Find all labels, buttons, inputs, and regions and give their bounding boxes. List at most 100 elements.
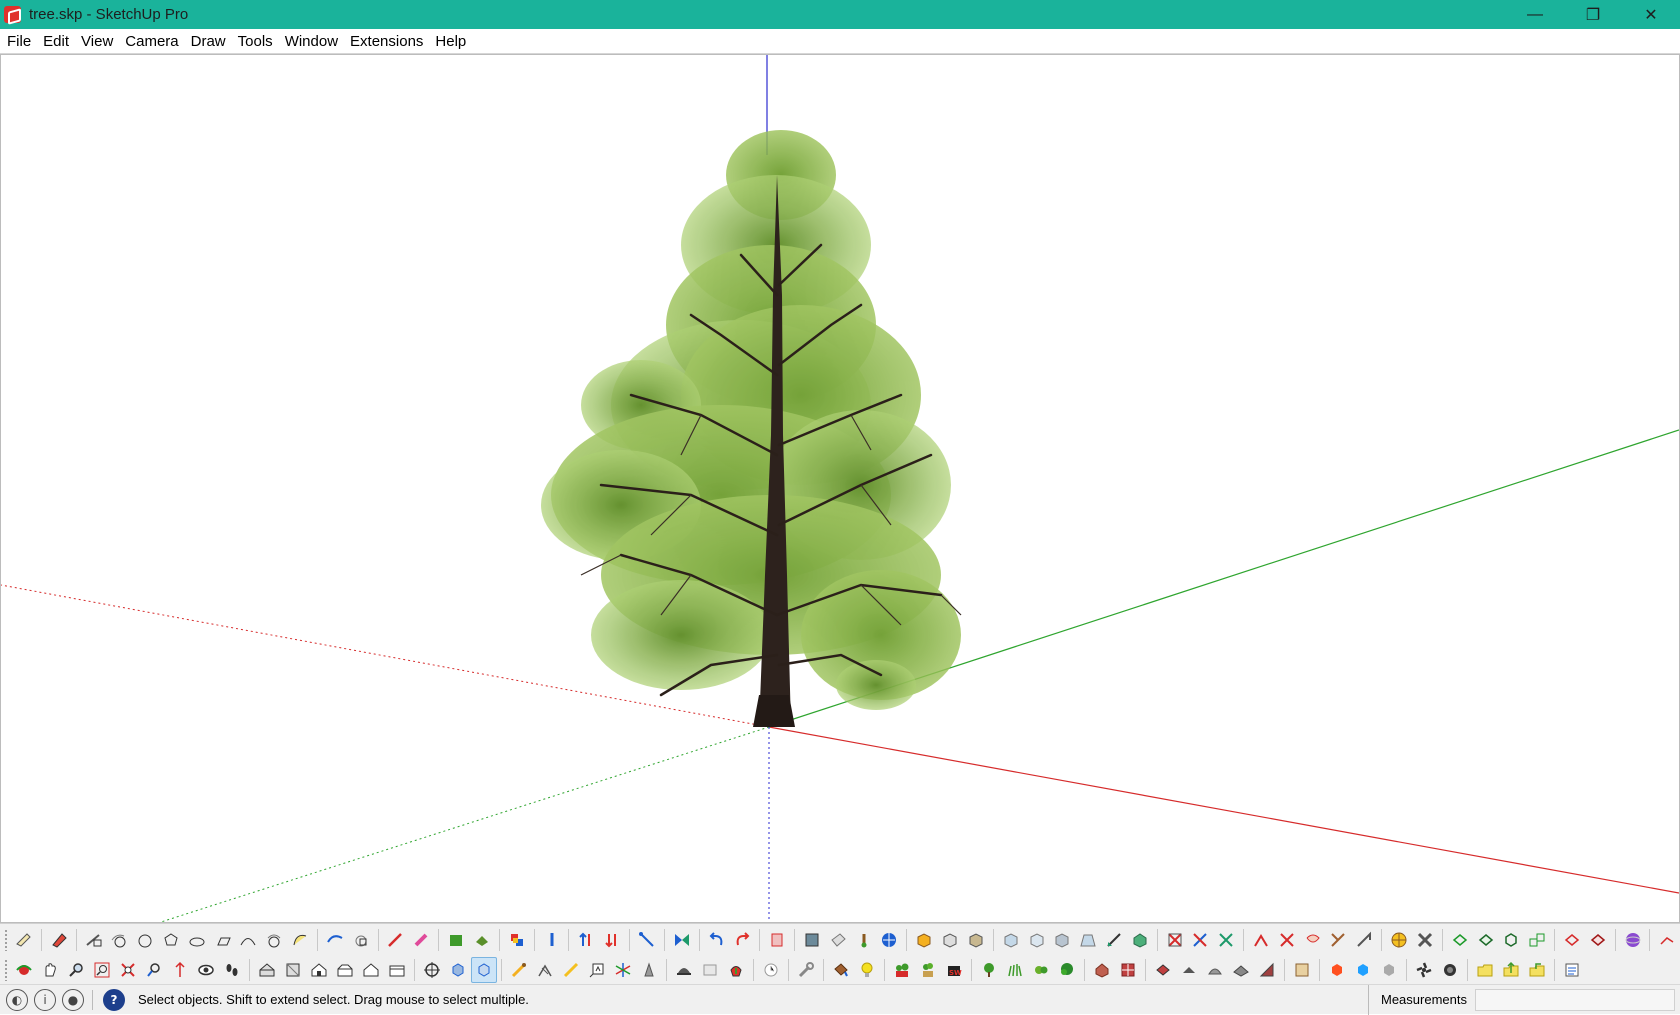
union-icon[interactable] bbox=[1213, 927, 1239, 953]
minimize-button[interactable]: — bbox=[1506, 0, 1564, 29]
red-diamond-icon[interactable] bbox=[1559, 927, 1585, 953]
iso-view-icon[interactable] bbox=[254, 957, 280, 983]
paper-icon[interactable] bbox=[697, 957, 723, 983]
ramp-icon[interactable] bbox=[1254, 957, 1280, 983]
tools-icon[interactable] bbox=[1412, 927, 1438, 953]
redo-icon[interactable] bbox=[729, 927, 755, 953]
style-shaded-icon[interactable] bbox=[1101, 927, 1127, 953]
scale-icon[interactable] bbox=[634, 927, 660, 953]
menu-edit[interactable]: Edit bbox=[37, 29, 75, 54]
circle-icon[interactable] bbox=[132, 927, 158, 953]
solid-tools-icon[interactable] bbox=[963, 927, 989, 953]
add-detail-icon[interactable] bbox=[1351, 927, 1377, 953]
push-pull-icon[interactable] bbox=[408, 927, 434, 953]
zoom-window-icon[interactable] bbox=[89, 957, 115, 983]
red-diamond-fill-icon[interactable] bbox=[1585, 927, 1611, 953]
line-icon[interactable] bbox=[81, 927, 107, 953]
3d-text-icon[interactable] bbox=[636, 957, 662, 983]
back-edges-icon[interactable] bbox=[445, 957, 471, 983]
follow-me-icon[interactable] bbox=[348, 927, 374, 953]
cube-red-icon[interactable] bbox=[1324, 957, 1350, 983]
credits-info-icon[interactable]: i bbox=[34, 988, 56, 1011]
menu-help[interactable]: Help bbox=[429, 29, 472, 54]
extension-warehouse-icon[interactable] bbox=[851, 927, 877, 953]
polygon-icon[interactable] bbox=[158, 927, 184, 953]
eraser-icon[interactable] bbox=[46, 927, 72, 953]
flip-edge-icon[interactable] bbox=[1326, 927, 1352, 953]
split-icon[interactable] bbox=[1300, 927, 1326, 953]
wrench-icon[interactable] bbox=[793, 957, 819, 983]
ellipse-icon[interactable] bbox=[184, 927, 210, 953]
menu-window[interactable]: Window bbox=[279, 29, 344, 54]
look-around-icon[interactable] bbox=[193, 957, 219, 983]
lightbulb-icon[interactable] bbox=[854, 957, 880, 983]
menu-tools[interactable]: Tools bbox=[232, 29, 279, 54]
tree-icon[interactable] bbox=[976, 957, 1002, 983]
lens-icon[interactable] bbox=[1437, 957, 1463, 983]
flip-up-icon[interactable] bbox=[573, 927, 599, 953]
panel-icon[interactable] bbox=[1559, 957, 1585, 983]
freehand-icon[interactable] bbox=[106, 927, 132, 953]
select-icon[interactable] bbox=[11, 927, 37, 953]
stamp-icon[interactable] bbox=[1176, 957, 1202, 983]
user-account-icon[interactable]: ● bbox=[62, 988, 84, 1011]
warehouse-icon[interactable] bbox=[799, 927, 825, 953]
fan-icon[interactable] bbox=[1411, 957, 1437, 983]
cube-gray-icon[interactable] bbox=[1376, 957, 1402, 983]
linked-shapes-icon[interactable] bbox=[1524, 927, 1550, 953]
geo-location-status-icon[interactable]: ◐ bbox=[6, 988, 28, 1011]
front-view-icon[interactable] bbox=[306, 957, 332, 983]
section-plane-icon[interactable] bbox=[669, 927, 695, 953]
plants-pot-icon[interactable] bbox=[915, 957, 941, 983]
cube-blue-icon[interactable] bbox=[1350, 957, 1376, 983]
grass-icon[interactable] bbox=[1002, 957, 1028, 983]
sandbox-icon[interactable] bbox=[443, 927, 469, 953]
group-icon[interactable] bbox=[911, 927, 937, 953]
plants-icon[interactable] bbox=[889, 957, 915, 983]
walk-icon[interactable] bbox=[219, 957, 245, 983]
cube-outline-icon[interactable] bbox=[1498, 927, 1524, 953]
shrub-icon[interactable] bbox=[1028, 957, 1054, 983]
style-xray-icon[interactable] bbox=[998, 927, 1024, 953]
tape-measure-icon[interactable] bbox=[539, 927, 565, 953]
timer-icon[interactable] bbox=[758, 957, 784, 983]
style-wireframe-icon[interactable] bbox=[1049, 927, 1075, 953]
menu-file[interactable]: File bbox=[1, 29, 37, 54]
menu-view[interactable]: View bbox=[75, 29, 119, 54]
3pt-arc-icon[interactable] bbox=[287, 927, 313, 953]
arc-icon[interactable] bbox=[235, 927, 261, 953]
style-backedges-icon[interactable] bbox=[1024, 927, 1050, 953]
outer-shell-icon[interactable] bbox=[1162, 927, 1188, 953]
bush-icon[interactable] bbox=[1054, 957, 1080, 983]
path-tool-icon[interactable] bbox=[1654, 927, 1680, 953]
diamond-fill-icon[interactable] bbox=[1473, 927, 1499, 953]
pan-icon[interactable] bbox=[37, 957, 63, 983]
orbit-icon[interactable] bbox=[11, 957, 37, 983]
left-view-icon[interactable] bbox=[384, 957, 410, 983]
paint-icon[interactable] bbox=[723, 957, 749, 983]
style-hidden-icon[interactable] bbox=[1075, 927, 1101, 953]
axes-icon[interactable] bbox=[610, 957, 636, 983]
contours-icon[interactable] bbox=[1202, 957, 1228, 983]
subtract-icon[interactable] bbox=[1248, 927, 1274, 953]
wireframe-icon[interactable] bbox=[471, 957, 497, 983]
zoom-extents-icon[interactable] bbox=[115, 957, 141, 983]
folder-import-icon[interactable] bbox=[1472, 957, 1498, 983]
trim-icon[interactable] bbox=[1274, 927, 1300, 953]
maximize-button[interactable]: ❐ bbox=[1564, 0, 1622, 29]
folder-export-icon[interactable] bbox=[1524, 957, 1550, 983]
help-icon[interactable]: ? bbox=[103, 988, 125, 1011]
diamond-outline-icon[interactable] bbox=[1447, 927, 1473, 953]
measurements-input[interactable] bbox=[1475, 989, 1675, 1011]
back-view-icon[interactable] bbox=[358, 957, 384, 983]
erase-color-icon[interactable] bbox=[764, 927, 790, 953]
render-icon[interactable]: SW bbox=[941, 957, 967, 983]
drape-icon[interactable] bbox=[1150, 957, 1176, 983]
smoove-icon[interactable] bbox=[469, 927, 495, 953]
menu-camera[interactable]: Camera bbox=[119, 29, 184, 54]
map-icon[interactable] bbox=[1289, 957, 1315, 983]
tree-model[interactable] bbox=[541, 130, 962, 727]
right-view-icon[interactable] bbox=[332, 957, 358, 983]
geo-location-icon[interactable] bbox=[877, 927, 903, 953]
position-camera-icon[interactable] bbox=[167, 957, 193, 983]
